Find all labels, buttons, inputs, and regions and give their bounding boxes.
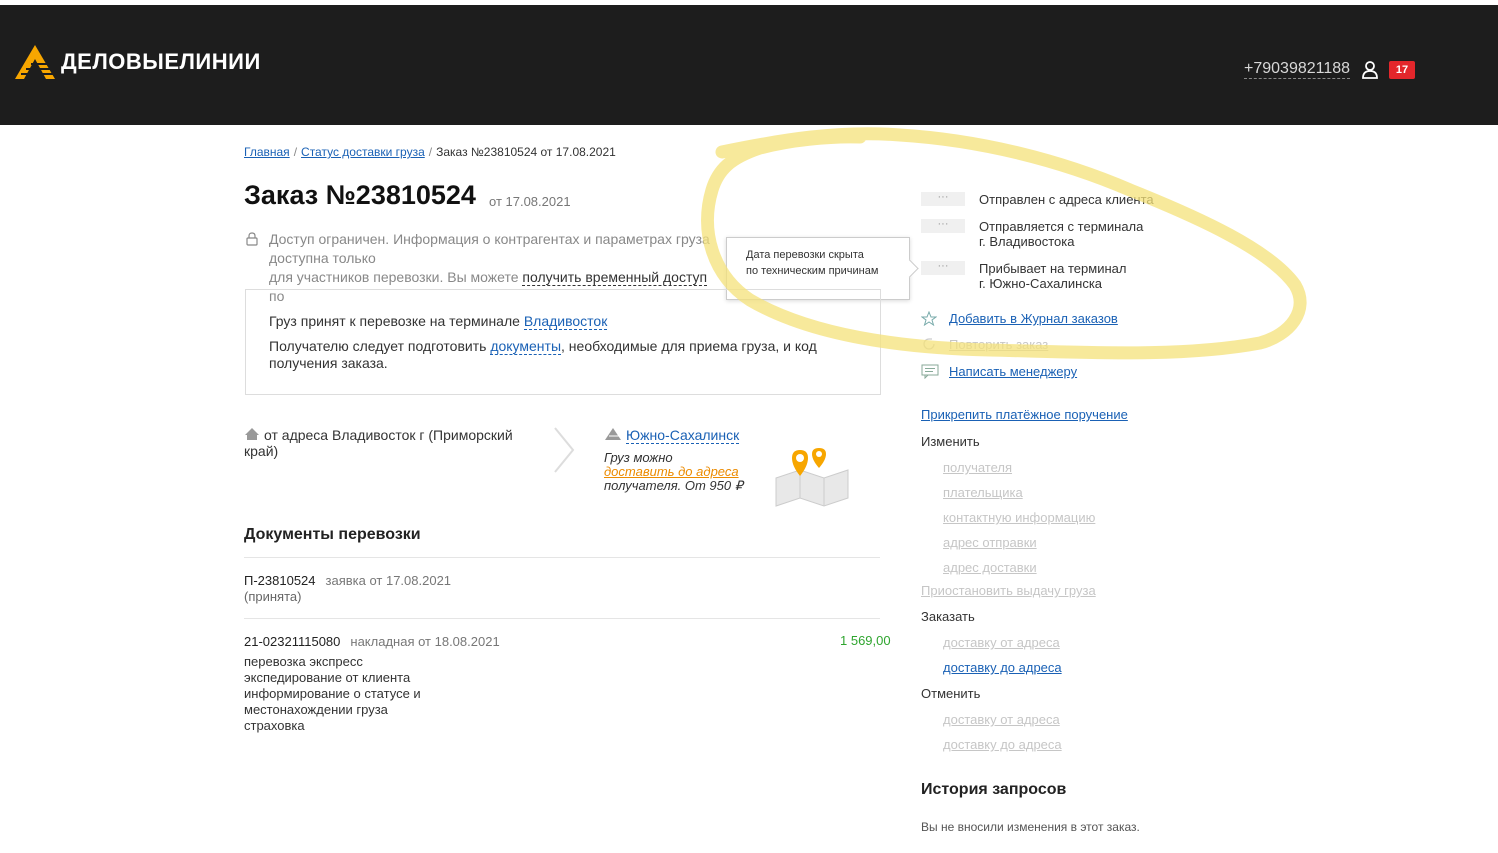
home-icon	[245, 428, 259, 440]
chat-icon	[921, 364, 939, 379]
change-contacts-link[interactable]: контактную информацию	[943, 510, 1095, 525]
status-text: Отправлен с адреса клиента	[979, 192, 1154, 207]
logo-icon	[15, 45, 55, 79]
document-sum: 1 569,00	[840, 633, 891, 648]
message-manager-link[interactable]: Написать менеджеру	[949, 364, 1077, 379]
delivery-suffix: получателя. От 950 ₽	[604, 478, 743, 493]
notifications-badge[interactable]: 17	[1389, 61, 1415, 79]
cargo-status-box: Груз принят к перевозке на терминале Вла…	[245, 289, 881, 395]
cancel-label: Отменить	[921, 686, 981, 701]
document-item: П-23810524 заявка от 17.08.2021 (принята)	[244, 573, 451, 605]
delivery-offer: Груз можно доставить до адреса получател…	[604, 451, 764, 493]
change-delivery-address-link[interactable]: адрес доставки	[943, 560, 1037, 575]
accepted-text: Груз принят к перевозке на терминале	[269, 313, 524, 329]
service-line: страховка	[244, 718, 305, 733]
repeat-icon	[923, 338, 935, 350]
service-line: местонахождении груза	[244, 702, 388, 717]
breadcrumb-status[interactable]: Статус доставки груза	[301, 145, 425, 159]
order-pickup-link[interactable]: доставку от адреса	[943, 635, 1060, 650]
phone-link[interactable]: +79039821188	[1244, 60, 1351, 79]
service-line: перевозка экспресс	[244, 654, 363, 669]
service-line: экспедирование от клиента	[244, 670, 411, 685]
map-icon	[775, 448, 849, 507]
destination-link[interactable]: Южно-Сахалинск	[626, 427, 740, 444]
divider	[244, 557, 880, 558]
temp-access-link[interactable]: получить временный доступ	[522, 269, 708, 286]
logo[interactable]: ДЕЛОВЫЕЛИНИИ	[15, 45, 261, 79]
divider	[244, 618, 880, 619]
order-date: от 17.08.2021	[489, 194, 571, 209]
status-dots: ···	[921, 261, 965, 275]
star-icon	[921, 311, 937, 326]
attach-payment-link[interactable]: Прикрепить платёжное поручение	[921, 407, 1128, 422]
document-kind: заявка от 17.08.2021	[325, 573, 452, 588]
cancel-pickup-link[interactable]: доставку от адреса	[943, 712, 1060, 727]
route-from: от адреса Владивосток г (Приморский край…	[244, 427, 534, 459]
user-icon[interactable]	[1362, 61, 1378, 84]
notice-line2: для участников перевозки. Вы можете	[269, 269, 523, 285]
document-number[interactable]: П-23810524	[244, 573, 316, 588]
documents-title: Документы перевозки	[244, 526, 421, 543]
service-line: информирование о статусе и	[244, 686, 421, 701]
route-to: Южно-Сахалинск	[604, 427, 740, 444]
document-item: 21-02321115080 накладная от 18.08.2021 пе…	[244, 634, 500, 734]
tooltip-line2: по техническим причинам	[746, 265, 879, 277]
history-text: Вы не вносили изменения в этот заказ.	[921, 820, 1140, 834]
cancel-delivery-link[interactable]: доставку до адреса	[943, 737, 1062, 752]
page-title: Заказ №23810524	[244, 180, 476, 210]
document-number[interactable]: 21-02321115080	[244, 634, 340, 649]
prepare-text: Получателю следует подготовить	[269, 338, 491, 354]
add-to-journal-link[interactable]: Добавить в Журнал заказов	[949, 311, 1118, 326]
document-kind: накладная от 18.08.2021	[350, 634, 500, 649]
breadcrumb: Главная / Статус доставки груза / Заказ №238…	[244, 145, 616, 159]
status-text: Отправляется с терминала г. Владивостока	[979, 219, 1144, 249]
site-header: ДЕЛОВЫЕЛИНИИ +79039821188 17	[0, 5, 1498, 125]
change-recipient-link[interactable]: получателя	[943, 460, 1012, 475]
change-label: Изменить	[921, 434, 980, 449]
documents-link[interactable]: документы	[490, 338, 562, 355]
route-from-text: от адреса Владивосток г (Приморский край…	[244, 427, 513, 459]
order-delivery-link[interactable]: доставку до адреса	[943, 660, 1062, 675]
breadcrumb-home[interactable]: Главная	[244, 145, 290, 159]
status-dots: ···	[921, 219, 965, 233]
breadcrumb-current: Заказ №23810524 от 17.08.2021	[436, 145, 616, 159]
deliver-to-address-link[interactable]: доставить до адреса	[604, 464, 739, 479]
tooltip-line1: Дата перевозки скрыта	[746, 249, 864, 261]
suspend-issue-link[interactable]: Приостановить выдачу груза	[921, 583, 1096, 598]
highlight-annotation	[701, 127, 1307, 360]
order-label: Заказать	[921, 609, 975, 624]
change-payer-link[interactable]: плательщика	[943, 485, 1023, 500]
lock-icon	[246, 232, 258, 251]
chevron-right-icon	[554, 427, 575, 473]
status-dots: ···	[921, 192, 965, 206]
history-title: История запросов	[921, 781, 1067, 798]
repeat-order-link[interactable]: Повторить заказ	[949, 337, 1048, 352]
terminal-icon	[605, 428, 621, 440]
delivery-prefix: Груз можно	[604, 450, 673, 465]
status-text: Прибывает на терминал г. Южно-Сахалинска	[979, 261, 1127, 291]
notice-line1: Доступ ограничен. Информация о контраген…	[269, 231, 710, 266]
document-status: (принята)	[244, 589, 302, 604]
terminal-link[interactable]: Владивосток	[523, 313, 608, 330]
logo-text: ДЕЛОВЫЕЛИНИИ	[61, 49, 261, 74]
change-sender-address-link[interactable]: адрес отправки	[943, 535, 1037, 550]
